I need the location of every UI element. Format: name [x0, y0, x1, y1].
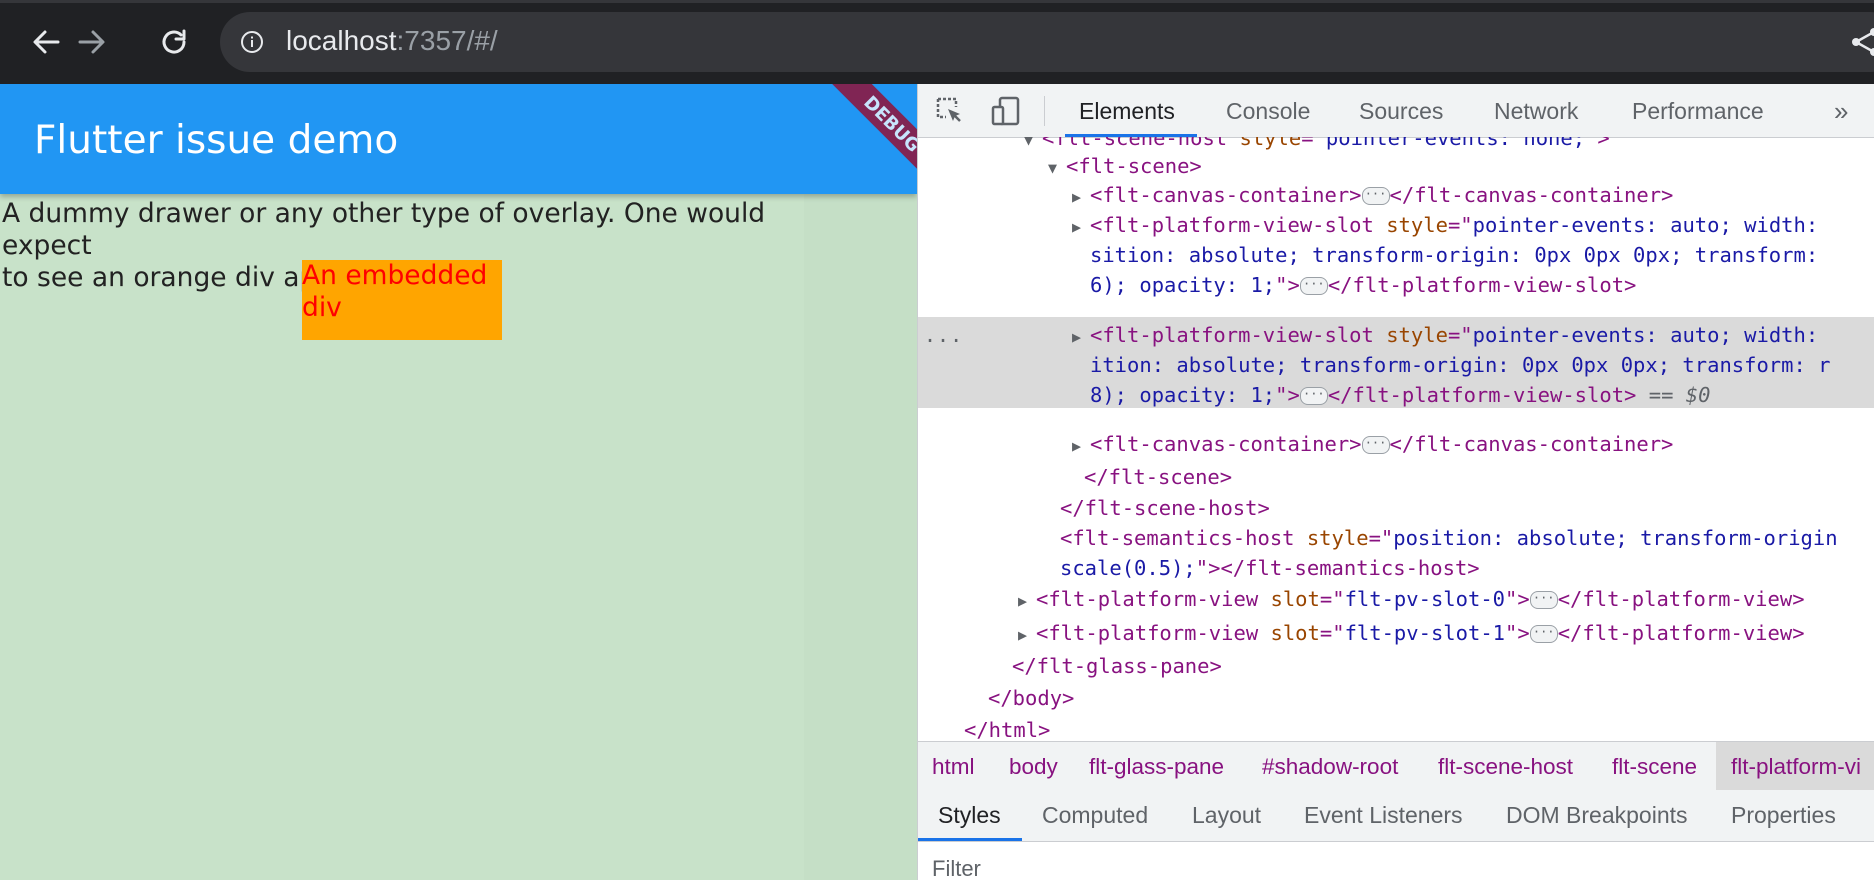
- devtools-toolbar: Elements Console Sources Network Perform…: [918, 84, 1874, 138]
- browser-toolbar: localhost:7357/#/: [0, 0, 1874, 84]
- tab-dom-breakpoints[interactable]: DOM Breakpoints: [1506, 802, 1688, 829]
- devtools-panel: Elements Console Sources Network Perform…: [917, 84, 1874, 882]
- tab-event-listeners[interactable]: Event Listeners: [1304, 802, 1463, 829]
- app-bar: Flutter issue demo DEBUG: [0, 84, 917, 195]
- collapsed-ellipsis[interactable]: ···: [1299, 387, 1328, 405]
- caret-down-icon[interactable]: ▼: [1048, 153, 1066, 183]
- dom-node[interactable]: </flt-scene-host>: [1042, 493, 1270, 523]
- embedded-div: An embedded div: [302, 260, 502, 340]
- dom-node[interactable]: ▶ <flt-platform-view slot="flt-pv-slot-0"…: [1018, 584, 1805, 616]
- embedded-div-line1: An embedded: [302, 260, 488, 291]
- collapsed-ellipsis[interactable]: ···: [1299, 277, 1328, 295]
- dom-node[interactable]: ▼ <flt-scene>: [1048, 151, 1202, 183]
- tab-styles[interactable]: Styles: [938, 802, 1001, 829]
- dom-node[interactable]: </html>: [946, 715, 1050, 740]
- collapsed-ellipsis[interactable]: ···: [1529, 625, 1558, 643]
- toolbar-separator: [1044, 96, 1045, 126]
- overlay-description-line1: A dummy drawer or any other type of over…: [2, 198, 766, 261]
- background-shade: [804, 194, 917, 880]
- caret-down-icon[interactable]: ▼: [1024, 137, 1042, 155]
- breadcrumb-item[interactable]: flt-scene: [1612, 754, 1697, 780]
- tab-performance[interactable]: Performance: [1632, 98, 1764, 125]
- node-actions-button[interactable]: ...: [924, 323, 963, 347]
- breadcrumb-item[interactable]: flt-glass-pane: [1089, 754, 1224, 780]
- dom-node-continuation: scale(0.5);"></flt-semantics-host>: [1060, 556, 1480, 580]
- dom-node[interactable]: ▶ <flt-platform-view slot="flt-pv-slot-1"…: [1018, 618, 1805, 650]
- tab-layout[interactable]: Layout: [1192, 802, 1261, 829]
- back-button[interactable]: [24, 20, 68, 64]
- flutter-app-viewport: Flutter issue demo DEBUG A dummy drawer …: [0, 84, 917, 880]
- tab-computed[interactable]: Computed: [1042, 802, 1148, 829]
- collapsed-ellipsis[interactable]: ···: [1361, 436, 1390, 454]
- tab-network[interactable]: Network: [1494, 98, 1578, 125]
- debug-banner-label: DEBUG: [821, 84, 917, 195]
- dom-node[interactable]: ▶ <flt-canvas-container> ··· </flt-canvas-c…: [1072, 180, 1673, 212]
- caret-right-icon[interactable]: ▶: [1072, 322, 1090, 352]
- reload-icon: [162, 29, 186, 54]
- breadcrumb-item[interactable]: #shadow-root: [1262, 754, 1398, 780]
- debug-banner: DEBUG: [797, 84, 917, 204]
- dom-node-selected[interactable]: ▶ <flt-platform-view-slot style="pointer-…: [1072, 320, 1818, 352]
- breadcrumb-item[interactable]: html: [932, 754, 975, 780]
- info-icon[interactable]: [240, 30, 264, 54]
- elements-dom-tree: ... ▼ <flt-scene-host style="pointer-even…: [918, 137, 1874, 740]
- caret-right-icon[interactable]: ▶: [1072, 431, 1090, 461]
- inspect-element-icon[interactable]: [934, 95, 966, 127]
- address-bar[interactable]: localhost:7357/#/: [220, 12, 1874, 72]
- reload-button[interactable]: [152, 20, 196, 64]
- app-bar-title: Flutter issue demo: [34, 118, 399, 163]
- dom-node-continuation: 8); opacity: 1;"> ··· </flt-platform-view-…: [1090, 383, 1711, 407]
- styles-pane-tabs: Styles Computed Layout Event Listeners D…: [918, 790, 1874, 842]
- arrow-right-icon: [78, 30, 105, 54]
- tab-properties[interactable]: Properties: [1731, 802, 1836, 829]
- caret-right-icon[interactable]: ▶: [1018, 586, 1036, 616]
- dom-node[interactable]: </flt-scene>: [1066, 462, 1232, 492]
- dom-node[interactable]: </body>: [970, 683, 1074, 713]
- dom-node[interactable]: ▶ <flt-canvas-container> ··· </flt-canvas-c…: [1072, 429, 1673, 461]
- share-button[interactable]: [1848, 26, 1874, 58]
- tab-sources[interactable]: Sources: [1359, 98, 1443, 125]
- embedded-div-line2: div: [302, 292, 342, 323]
- tab-console[interactable]: Console: [1226, 98, 1310, 125]
- more-tabs-button[interactable]: »: [1834, 96, 1848, 127]
- active-subtab-indicator: [918, 838, 1022, 841]
- tab-strip-edge: [0, 0, 1874, 3]
- caret-right-icon[interactable]: ▶: [1072, 212, 1090, 242]
- tab-elements[interactable]: Elements: [1079, 98, 1175, 125]
- device-toolbar-icon[interactable]: [990, 95, 1022, 127]
- forward-button[interactable]: [70, 20, 114, 64]
- breadcrumb-item-selected[interactable]: flt-platform-vi: [1731, 754, 1861, 780]
- breadcrumb-item[interactable]: flt-scene-host: [1438, 754, 1573, 780]
- dom-node-continuation: ition: absolute; transform-origin: 0px 0…: [1090, 353, 1831, 377]
- dom-node[interactable]: ▶ <flt-platform-view-slot style="pointer-…: [1072, 210, 1818, 242]
- styles-filter-input[interactable]: Filter: [932, 856, 981, 882]
- dom-node[interactable]: <flt-semantics-host style="position: abs…: [1042, 523, 1838, 553]
- dom-node-continuation: sition: absolute; transform-origin: 0px …: [1090, 243, 1819, 267]
- url-text: localhost:7357/#/: [286, 25, 498, 56]
- breadcrumb: html body flt-glass-pane #shadow-root fl…: [918, 741, 1874, 791]
- dom-node-continuation: 6); opacity: 1;"> ··· </flt-platform-view-…: [1090, 273, 1637, 297]
- breadcrumb-item[interactable]: body: [1009, 754, 1058, 780]
- arrow-left-icon: [33, 30, 60, 54]
- caret-right-icon[interactable]: ▶: [1072, 182, 1090, 212]
- dom-node[interactable]: </flt-glass-pane>: [994, 651, 1222, 681]
- caret-right-icon[interactable]: ▶: [1018, 620, 1036, 650]
- collapsed-ellipsis[interactable]: ···: [1529, 591, 1558, 609]
- collapsed-ellipsis[interactable]: ···: [1361, 187, 1390, 205]
- share-icon: [1852, 28, 1874, 56]
